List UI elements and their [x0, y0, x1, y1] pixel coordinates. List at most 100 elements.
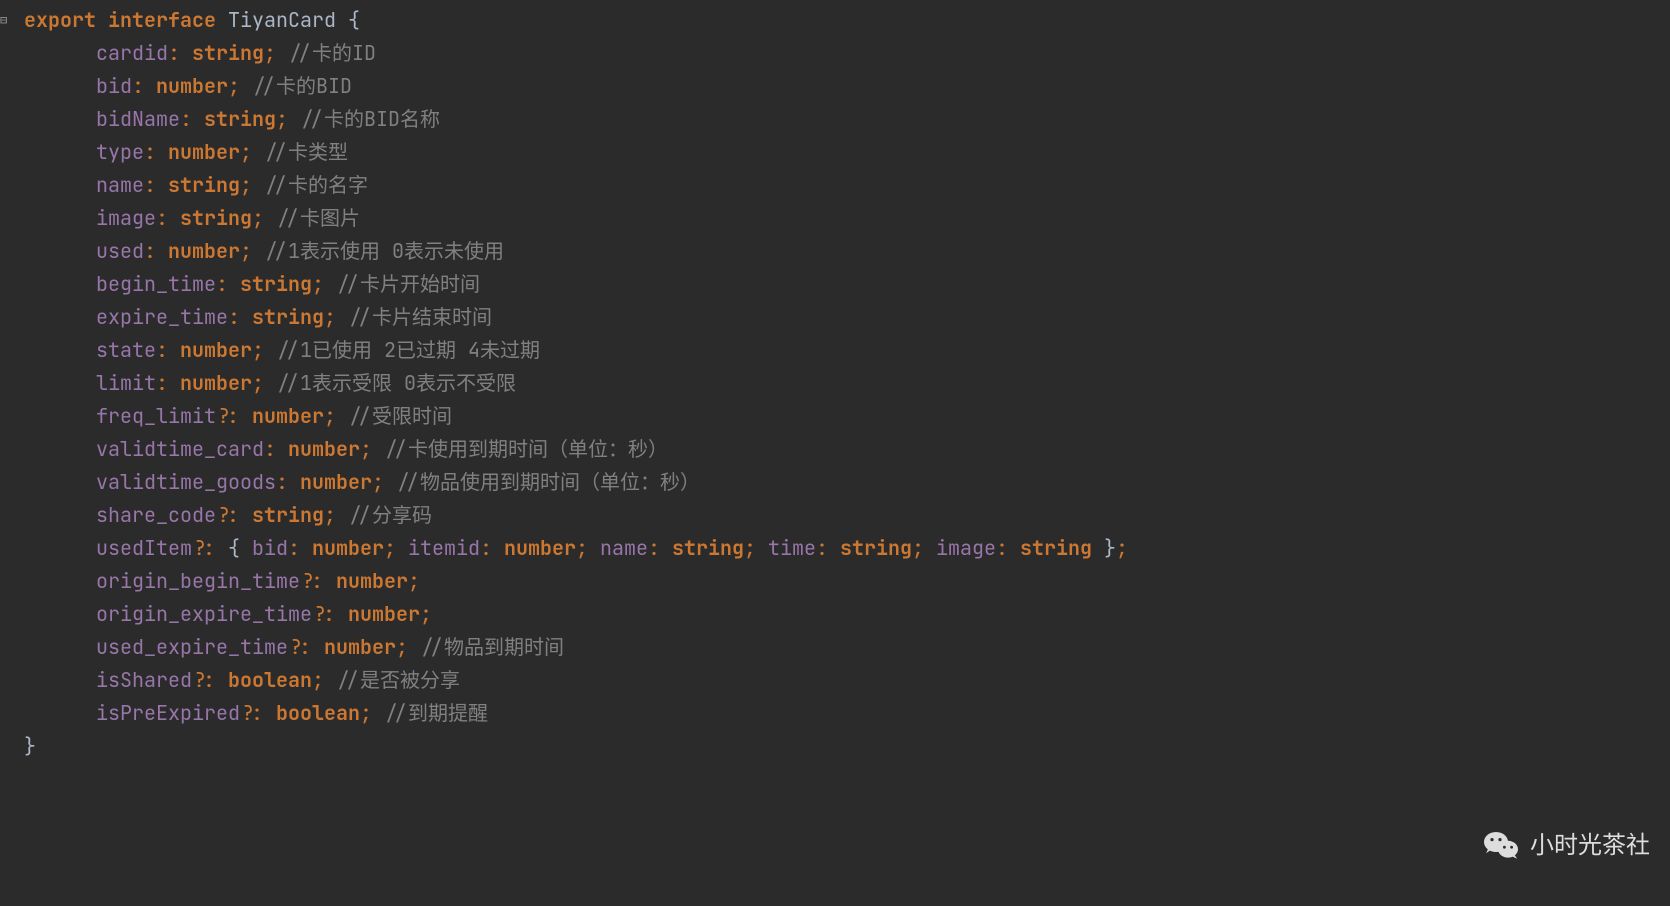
property: state: [96, 337, 156, 363]
code-line: bidName: string; //卡的BID名称: [24, 103, 1670, 136]
property: used_expire_time: [96, 634, 288, 660]
code-body-trailing: origin_begin_time?: number; origin_expir…: [24, 565, 1670, 730]
property: bidName: [96, 106, 180, 132]
comment: //到期提醒: [384, 700, 488, 726]
property: origin_begin_time: [96, 568, 300, 594]
comment: //卡的BID: [252, 73, 352, 99]
comment: //卡使用到期时间（单位：秒）: [384, 436, 668, 462]
code-line: validtime_card: number; //卡使用到期时间（单位：秒）: [24, 433, 1670, 466]
property: cardid: [96, 40, 168, 66]
fold-end-icon[interactable]: ⊟: [0, 4, 20, 37]
type-keyword: number: [180, 370, 252, 396]
type-keyword: string: [168, 172, 240, 198]
type-keyword: string: [252, 304, 324, 330]
type-keyword: string: [840, 535, 912, 561]
property: name: [96, 172, 144, 198]
type-keyword: number: [156, 73, 228, 99]
code-line: limit: number; //1表示受限 0表示不受限: [24, 367, 1670, 400]
code-line: type: number; //卡类型: [24, 136, 1670, 169]
type-keyword: string: [1020, 535, 1092, 561]
property: bid: [96, 73, 132, 99]
property: bid: [252, 535, 288, 561]
watermark-text: 小时光茶社: [1530, 826, 1650, 866]
code-line: isPreExpired?: boolean; //到期提醒: [24, 697, 1670, 730]
comment: //1表示受限 0表示不受限: [276, 370, 516, 396]
type-keyword: number: [252, 403, 324, 429]
property: name: [600, 535, 648, 561]
type-keyword: number: [288, 436, 360, 462]
code-line: freq_limit?: number; //受限时间: [24, 400, 1670, 433]
type-keyword: number: [324, 634, 396, 660]
optional-marker: ?: [288, 634, 300, 660]
property: share_code: [96, 502, 216, 528]
property: freq_limit: [96, 403, 216, 429]
code-line: validtime_goods: number; //物品使用到期时间（单位：秒…: [24, 466, 1670, 499]
code-line: export interface TiyanCard {: [24, 4, 1670, 37]
property: expire_time: [96, 304, 228, 330]
property: itemid: [408, 535, 480, 561]
code-line-useditem: usedItem?: { bid: number; itemid: number…: [24, 532, 1670, 565]
comment: //物品使用到期时间（单位：秒）: [396, 469, 700, 495]
code-line: bid: number; //卡的BID: [24, 70, 1670, 103]
optional-marker: ?: [300, 568, 312, 594]
keyword-export: export: [24, 7, 96, 33]
code-editor[interactable]: ⊟ export interface TiyanCard { cardid: s…: [0, 0, 1670, 763]
property: begin_time: [96, 271, 216, 297]
optional-marker: ?: [312, 601, 324, 627]
optional-marker: ?: [192, 667, 204, 693]
comment: //受限时间: [348, 403, 452, 429]
type-keyword: string: [180, 205, 252, 231]
comment: //卡的名字: [264, 172, 368, 198]
type-keyword: number: [348, 601, 420, 627]
optional-marker: ?: [192, 535, 204, 561]
type-keyword: number: [168, 238, 240, 264]
type-keyword: number: [168, 139, 240, 165]
type-keyword: number: [336, 568, 408, 594]
type-keyword: number: [504, 535, 576, 561]
type-keyword: number: [180, 337, 252, 363]
brace-close: }: [24, 733, 36, 759]
comment: //1表示使用 0表示未使用: [264, 238, 504, 264]
code-line: share_code?: string; //分享码: [24, 499, 1670, 532]
property: used: [96, 238, 144, 264]
property: validtime_goods: [96, 469, 276, 495]
property: origin_expire_time: [96, 601, 312, 627]
property: limit: [96, 370, 156, 396]
type-keyword: string: [672, 535, 744, 561]
property: validtime_card: [96, 436, 264, 462]
code-line: image: string; //卡图片: [24, 202, 1670, 235]
code-line: cardid: string; //卡的ID: [24, 37, 1670, 70]
optional-marker: ?: [240, 700, 252, 726]
comment: //卡片结束时间: [348, 304, 492, 330]
property: usedItem: [96, 535, 192, 561]
keyword-interface: interface: [108, 7, 216, 33]
gutter-bottom: ⊟: [0, 4, 20, 902]
code-line: used: number; //1表示使用 0表示未使用: [24, 235, 1670, 268]
property: isPreExpired: [96, 700, 240, 726]
property: image: [936, 535, 996, 561]
property: image: [96, 205, 156, 231]
comment: //是否被分享: [336, 667, 460, 693]
comment: //卡类型: [264, 139, 348, 165]
comment: //卡片开始时间: [336, 271, 480, 297]
code-line: expire_time: string; //卡片结束时间: [24, 301, 1670, 334]
optional-marker: ?: [216, 403, 228, 429]
type-keyword: boolean: [276, 700, 360, 726]
code-line: origin_begin_time?: number;: [24, 565, 1670, 598]
type-keyword: number: [312, 535, 384, 561]
comment: //1已使用 2已过期 4未过期: [276, 337, 540, 363]
code-body: cardid: string; //卡的ID bid: number; //卡的…: [24, 37, 1670, 532]
wechat-icon: [1482, 826, 1522, 866]
code-line: origin_expire_time?: number;: [24, 598, 1670, 631]
type-keyword: string: [192, 40, 264, 66]
code-line: name: string; //卡的名字: [24, 169, 1670, 202]
comment: //卡图片: [276, 205, 360, 231]
code-line: begin_time: string; //卡片开始时间: [24, 268, 1670, 301]
type-keyword: string: [240, 271, 312, 297]
comment: //卡的BID名称: [300, 106, 440, 132]
code-line: state: number; //1已使用 2已过期 4未过期: [24, 334, 1670, 367]
code-line-close: }: [24, 730, 1670, 763]
code-line: isShared?: boolean; //是否被分享: [24, 664, 1670, 697]
property: time: [768, 535, 816, 561]
interface-name: TiyanCard: [228, 7, 336, 33]
